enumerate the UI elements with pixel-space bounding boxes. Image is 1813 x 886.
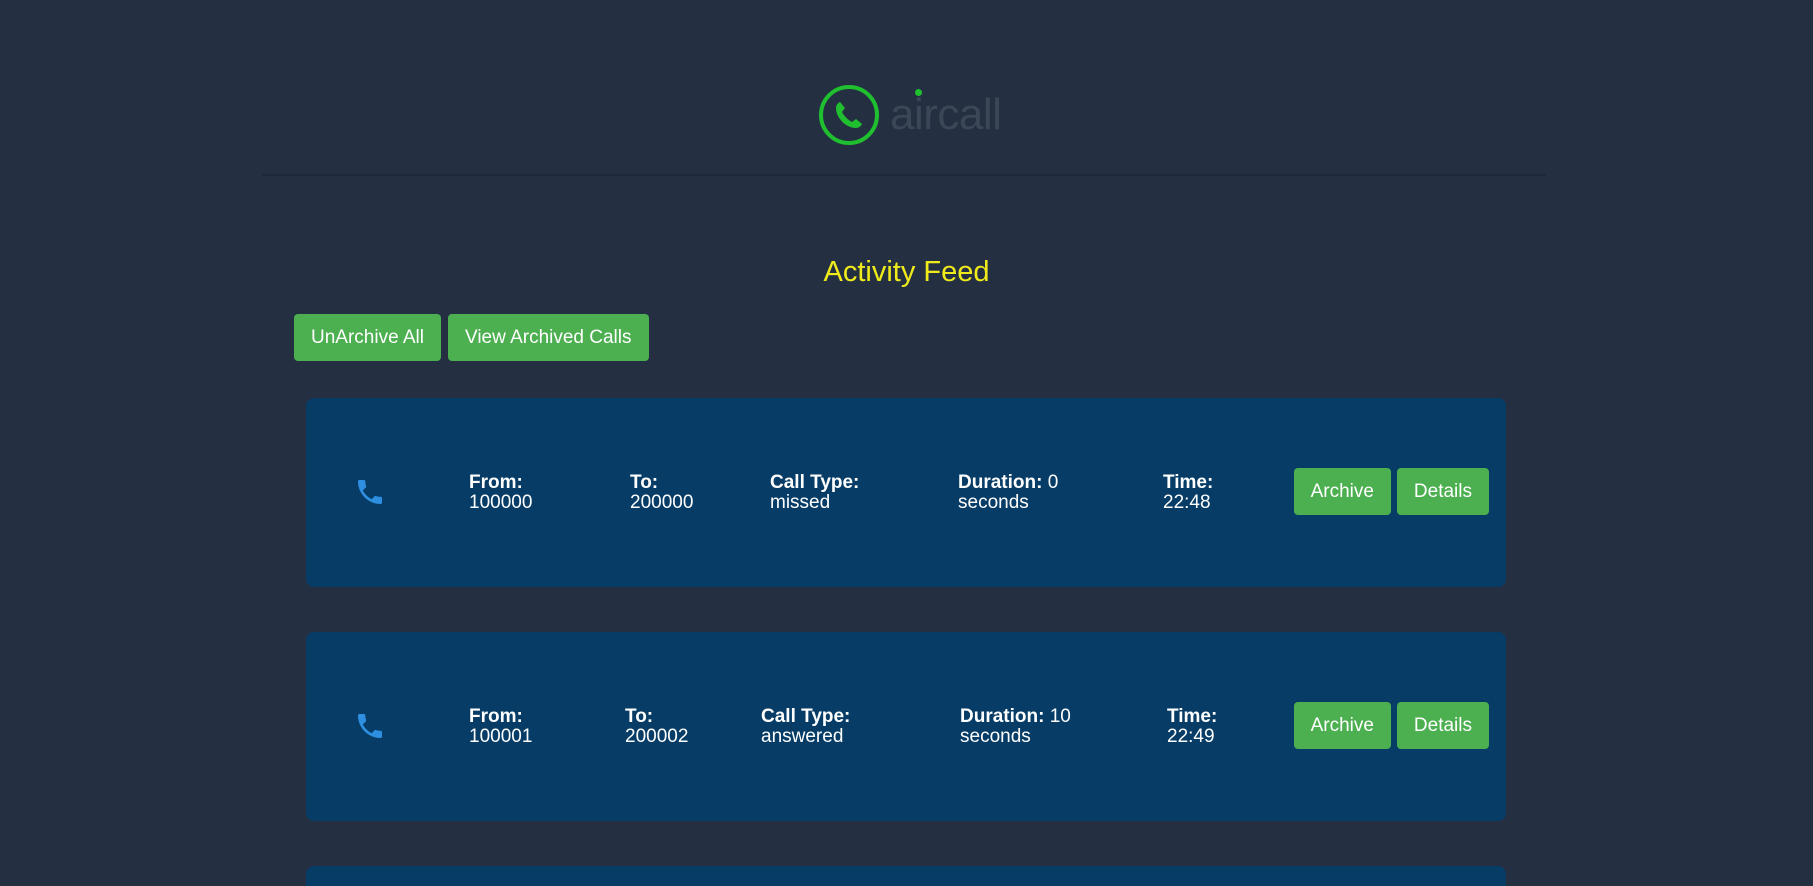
archive-button[interactable]: Archive [1293,702,1391,749]
call-time: Time: 22:49 [1167,707,1217,747]
unarchive-all-button[interactable]: UnArchive All [294,314,441,361]
from-label: From: [469,472,523,493]
call-type-label: Call Type: [770,472,860,493]
brand-name: aircall [890,89,1002,139]
aircall-logo[interactable]: aircall [818,84,1002,146]
call-type-label: Call Type: [761,706,851,727]
call-type-value: answered [761,726,844,747]
call-card: From: 100001 To: 200002 Call Type: answe… [306,632,1506,821]
time-value: 22:49 [1167,726,1215,747]
from-value: 100001 [469,726,533,747]
call-card [306,866,1506,886]
call-type-value: missed [770,492,831,513]
call-to: To: 200002 [625,707,688,747]
details-button[interactable]: Details [1396,468,1489,515]
duration-label: Duration: [960,706,1045,727]
call-type: Call Type: missed [770,473,859,513]
to-value: 200000 [630,492,694,513]
duration-unit: seconds [958,492,1029,513]
to-label: To: [630,472,659,493]
duration-unit: seconds [960,726,1031,747]
call-actions: Archive Details [1293,702,1489,749]
call-type: Call Type: answered [761,707,850,747]
from-label: From: [469,706,523,727]
call-time: Time: 22:48 [1163,473,1213,513]
phone-circle-logo-icon [819,85,879,145]
header-divider [262,174,1546,176]
call-duration: Duration: 0 seconds [958,473,1058,513]
duration-value: 10 [1049,706,1071,727]
call-card: From: 100000 To: 200000 Call Type: misse… [306,398,1506,587]
call-duration: Duration: 10 seconds [960,707,1071,747]
duration-value: 0 [1047,472,1059,493]
time-value: 22:48 [1163,492,1211,513]
phone-icon [358,714,382,738]
logo-dot [915,89,922,96]
to-value: 200002 [625,726,689,747]
details-button[interactable]: Details [1396,702,1489,749]
to-label: To: [625,706,654,727]
phone-icon [358,480,382,504]
duration-label: Duration: [958,472,1043,493]
call-to: To: 200000 [630,473,693,513]
view-archived-calls-button[interactable]: View Archived Calls [448,314,649,361]
call-actions: Archive Details [1293,468,1489,515]
call-from: From: 100001 [469,707,532,747]
time-label: Time: [1163,472,1214,493]
page: aircall Activity Feed UnArchive All View… [0,0,1813,886]
toolbar: UnArchive All View Archived Calls [294,314,649,361]
from-value: 100000 [469,492,533,513]
time-label: Time: [1167,706,1218,727]
call-from: From: 100000 [469,473,532,513]
brand-name-text: aircall [890,90,1002,139]
archive-button[interactable]: Archive [1293,468,1391,515]
header: aircall [0,0,1813,176]
page-title: Activity Feed [823,256,990,288]
